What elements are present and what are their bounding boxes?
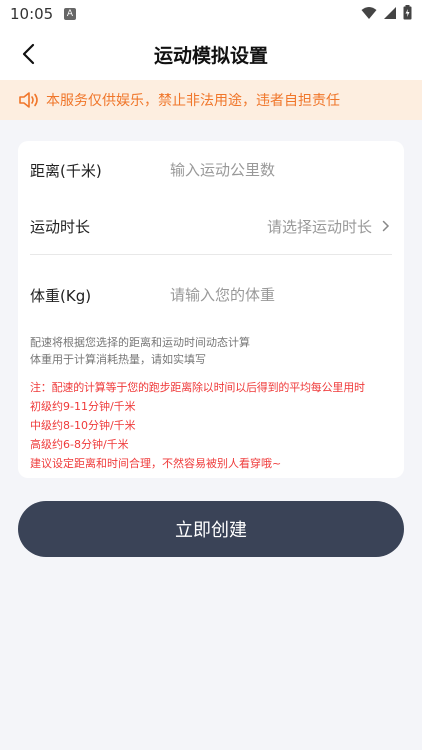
- app-header: 运动模拟设置: [0, 28, 422, 80]
- speaker-icon: [19, 92, 38, 108]
- status-icons: [361, 5, 412, 20]
- status-time: 10:05: [10, 5, 54, 23]
- distance-input[interactable]: [170, 161, 392, 179]
- duration-select[interactable]: 请选择运动时长: [170, 216, 392, 237]
- hint-line: 配速将根据您选择的距离和运动时间动态计算: [30, 336, 250, 349]
- warning-line: 注：配速的计算等于您的跑步距离除以时间以后得到的平均每公里用时: [30, 381, 365, 394]
- duration-placeholder: 请选择运动时长: [266, 217, 372, 236]
- warning-line: 中级约8-10分钟/千米: [30, 419, 136, 432]
- notice-bar: 本服务仅供娱乐，禁止非法用途，违者自担责任: [0, 80, 422, 120]
- page-title: 运动模拟设置: [153, 45, 268, 67]
- duration-label: 运动时长: [30, 217, 91, 236]
- hint-text: 配速将根据您选择的距离和运动时间动态计算 体重用于计算消耗热量，请如实填写: [30, 334, 392, 368]
- notice-text: 本服务仅供娱乐，禁止非法用途，违者自担责任: [46, 93, 340, 109]
- distance-label: 距离(千米): [30, 161, 102, 180]
- hint-line: 体重用于计算消耗热量，请如实填写: [30, 353, 206, 366]
- notification-icon: A: [64, 8, 76, 20]
- warning-line: 初级约9-11分钟/千米: [30, 400, 136, 413]
- warning-text: 注：配速的计算等于您的跑步距离除以时间以后得到的平均每公里用时 初级约9-11分…: [30, 378, 396, 473]
- signal-icon: [384, 6, 396, 19]
- battery-icon: [403, 5, 412, 20]
- duration-row[interactable]: 运动时长 请选择运动时长: [30, 198, 392, 254]
- weight-row: 体重(Kg): [30, 267, 392, 323]
- weight-label: 体重(Kg): [30, 286, 92, 305]
- warning-line: 建议设定距离和时间合理，不然容易被别人看穿哦~: [30, 457, 282, 470]
- wifi-icon: [361, 6, 377, 19]
- warning-line: 高级约6-8分钟/千米: [30, 438, 129, 451]
- settings-card: 距离(千米) 运动时长 请选择运动时长 体重(Kg) 配速将根据您选择的距离和运…: [18, 141, 404, 478]
- chevron-right-icon: [382, 220, 390, 232]
- create-button[interactable]: 立即创建: [18, 501, 404, 557]
- distance-row: 距离(千米): [30, 142, 392, 198]
- section-divider: [30, 254, 392, 255]
- status-bar: 10:05 A: [0, 0, 422, 28]
- weight-input[interactable]: [170, 286, 392, 304]
